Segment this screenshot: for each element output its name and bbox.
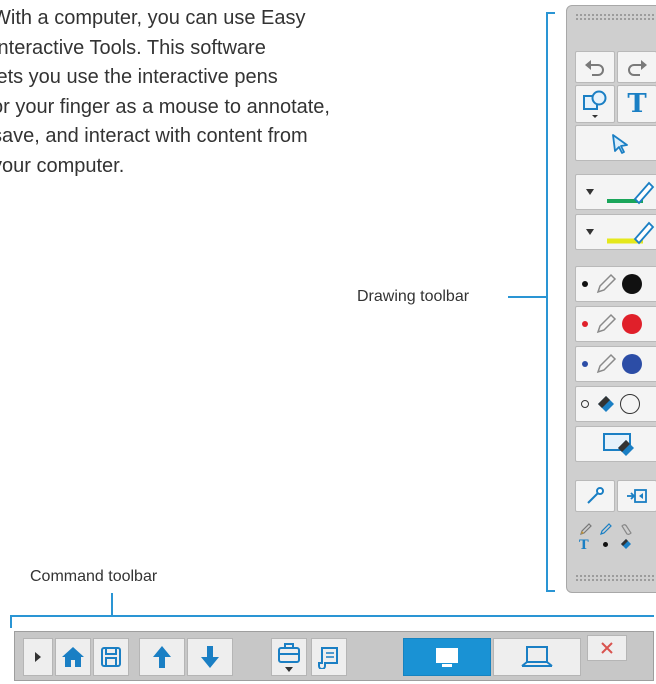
redo-button[interactable] — [617, 51, 656, 83]
hand-icon — [621, 524, 632, 535]
toolbox-button[interactable] — [271, 638, 307, 676]
pen-black-button[interactable] — [575, 266, 656, 302]
green-marker-icon — [607, 181, 655, 205]
mini-tools-panel[interactable]: T — [575, 520, 656, 570]
drawing-toolbar-grip-bottom[interactable] — [575, 574, 656, 582]
close-icon — [601, 642, 613, 654]
pencil-icon — [580, 523, 592, 535]
scroll-icon — [318, 647, 338, 669]
shapes-button[interactable] — [575, 85, 615, 123]
page-up-icon — [153, 646, 171, 668]
small-dot-icon — [582, 361, 588, 367]
command-toolbar-bracket — [10, 593, 654, 628]
drawing-toolbar-label: Drawing toolbar — [357, 288, 470, 305]
intro-line: or your finger as a mouse to annotate, — [0, 95, 330, 118]
redo-icon — [628, 60, 647, 76]
large-dot-icon — [622, 314, 642, 334]
intro-line: lets you use the interactive pens — [0, 66, 278, 88]
small-circle-icon — [581, 400, 589, 408]
intro-paragraph: With a computer, you can use Easy Intera… — [0, 4, 452, 181]
intro-line: save, and interact with content from — [0, 125, 308, 147]
home-icon — [62, 647, 84, 667]
whiteboard-mode-button[interactable] — [493, 638, 581, 676]
shapes-icon — [583, 90, 607, 118]
drawing-toolbar-bracket — [508, 12, 555, 592]
computer-mode-icon — [436, 648, 458, 667]
small-dot-icon — [603, 542, 608, 547]
chevron-down-icon — [586, 189, 594, 195]
pen-small-icon — [600, 523, 612, 535]
small-eraser-icon — [621, 539, 631, 549]
text-tool-button[interactable]: T — [617, 85, 656, 123]
large-dot-icon — [622, 274, 642, 294]
pen-icon — [596, 353, 617, 374]
collapse-toolbar-icon — [627, 489, 647, 503]
intro-line: your computer. — [0, 154, 125, 177]
eraser-icon — [598, 396, 614, 412]
computer-mode-button[interactable] — [403, 638, 491, 676]
small-dot-icon — [582, 281, 588, 287]
clear-screen-button[interactable] — [575, 426, 656, 462]
pen-red-button[interactable] — [575, 306, 656, 342]
marker-green-button[interactable] — [575, 174, 656, 210]
pen-blue-button[interactable] — [575, 346, 656, 382]
undo-button[interactable] — [575, 51, 615, 83]
intro-line: Interactive Tools. This software — [0, 36, 266, 59]
expand-arrow-icon — [35, 652, 41, 662]
pointer-icon — [587, 487, 604, 504]
expand-button[interactable] — [23, 638, 53, 676]
pointer-tool-button[interactable] — [575, 480, 615, 512]
clear-screen-icon — [603, 433, 634, 456]
cursor-arrow-icon — [612, 134, 628, 154]
yellow-marker-icon — [607, 221, 655, 245]
large-dot-icon — [622, 354, 642, 374]
large-circle-icon — [620, 394, 640, 414]
collapse-toolbar-button[interactable] — [617, 480, 656, 512]
small-dot-icon — [582, 321, 588, 327]
command-toolbar — [14, 631, 654, 681]
save-button[interactable] — [93, 638, 129, 676]
whiteboard-mode-icon — [521, 646, 553, 667]
command-toolbar-label: Command toolbar — [30, 568, 158, 585]
toolbox-icon — [278, 643, 300, 672]
select-button[interactable] — [575, 125, 656, 161]
save-icon — [101, 647, 121, 667]
eraser-size-button[interactable] — [575, 386, 656, 422]
chevron-down-icon — [586, 229, 594, 235]
small-text-icon: T — [579, 538, 589, 553]
pen-icon — [596, 313, 617, 334]
page-down-icon — [201, 646, 219, 668]
page-up-button[interactable] — [139, 638, 185, 676]
page-down-button[interactable] — [187, 638, 233, 676]
drawing-toolbar: T T — [566, 5, 656, 593]
drawing-toolbar-grip-top[interactable] — [575, 13, 656, 21]
undo-icon — [585, 60, 604, 76]
scroll-button[interactable] — [311, 638, 347, 676]
intro-line: With a computer, you can use Easy — [0, 7, 306, 29]
home-button[interactable] — [55, 638, 91, 676]
text-tool-icon: T — [627, 89, 647, 119]
close-button[interactable] — [587, 635, 627, 661]
pen-icon — [596, 273, 617, 294]
marker-yellow-button[interactable] — [575, 214, 656, 250]
